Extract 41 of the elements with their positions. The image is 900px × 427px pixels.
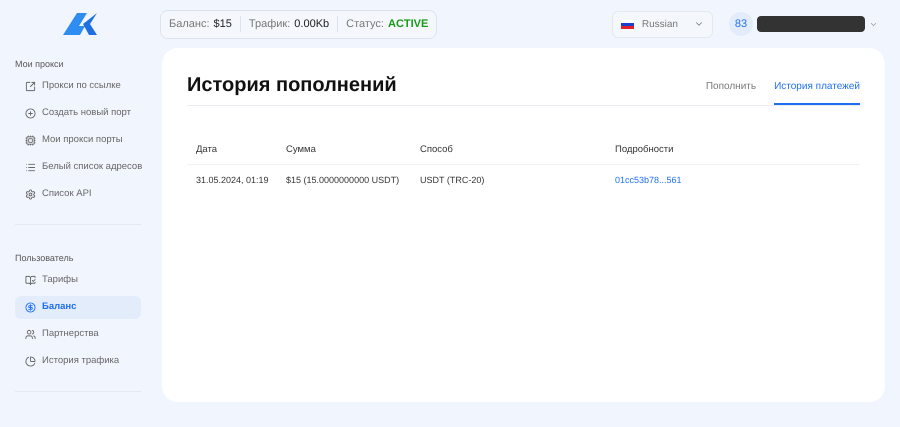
table-cell: 31.05.2024, 01:19 xyxy=(196,175,269,186)
sidebar-section-title: Мои прокси xyxy=(15,58,65,71)
list-icon xyxy=(25,162,36,173)
logo-icon[interactable] xyxy=(63,13,97,35)
book-icon xyxy=(25,275,36,286)
stat-value: ACTIVE xyxy=(388,16,428,32)
sidebar-item[interactable]: Партнерства xyxy=(15,323,141,346)
stat-label: Баланс: xyxy=(169,16,210,32)
sidebar-item[interactable]: Мои прокси порты xyxy=(15,129,141,152)
sidebar-item[interactable]: Тарифы xyxy=(15,269,141,292)
sidebar-item[interactable]: Прокси по ссылке xyxy=(15,75,141,98)
sidebar-item[interactable]: Баланс xyxy=(15,296,141,319)
chip-icon xyxy=(25,135,36,146)
column-header: Способ xyxy=(420,144,453,154)
tab[interactable]: Пополнить xyxy=(706,79,756,105)
sidebar-item[interactable]: Белый список адресов xyxy=(15,156,141,179)
column-header: Дата xyxy=(196,144,218,154)
table-cell: USDT (TRC-20) xyxy=(420,175,484,186)
plus-circle-icon xyxy=(25,108,36,119)
stat-label: Статус: xyxy=(346,16,384,32)
sidebar-item[interactable]: Создать новый порт xyxy=(15,102,141,125)
stat-label: Трафик: xyxy=(248,16,290,32)
dollar-circle-icon xyxy=(25,302,36,313)
tab[interactable]: История платежей xyxy=(774,79,860,105)
sidebar-item[interactable]: История трафика xyxy=(15,350,141,373)
stat-value: 0.00Kb xyxy=(294,16,330,32)
column-header: Подробности xyxy=(615,144,674,154)
column-header: Сумма xyxy=(286,144,316,154)
sidebar-item[interactable]: Список API xyxy=(15,183,141,206)
external-link-icon xyxy=(25,81,36,92)
page-title: История пополнений xyxy=(187,73,397,98)
sidebar-section-title: Пользователь xyxy=(15,252,74,265)
transaction-link[interactable]: 01cc53b78...561 xyxy=(615,175,682,186)
language-selector[interactable]: Russian xyxy=(612,10,713,38)
user-badge[interactable]: 83 xyxy=(729,12,753,36)
stat-value: $15 xyxy=(214,16,232,32)
table-cell: $15 (15.0000000000 USDT) xyxy=(286,175,400,186)
users-icon xyxy=(25,329,36,340)
flag-icon xyxy=(620,20,634,28)
settings-icon xyxy=(25,189,36,200)
pie-chart-icon xyxy=(25,356,36,367)
